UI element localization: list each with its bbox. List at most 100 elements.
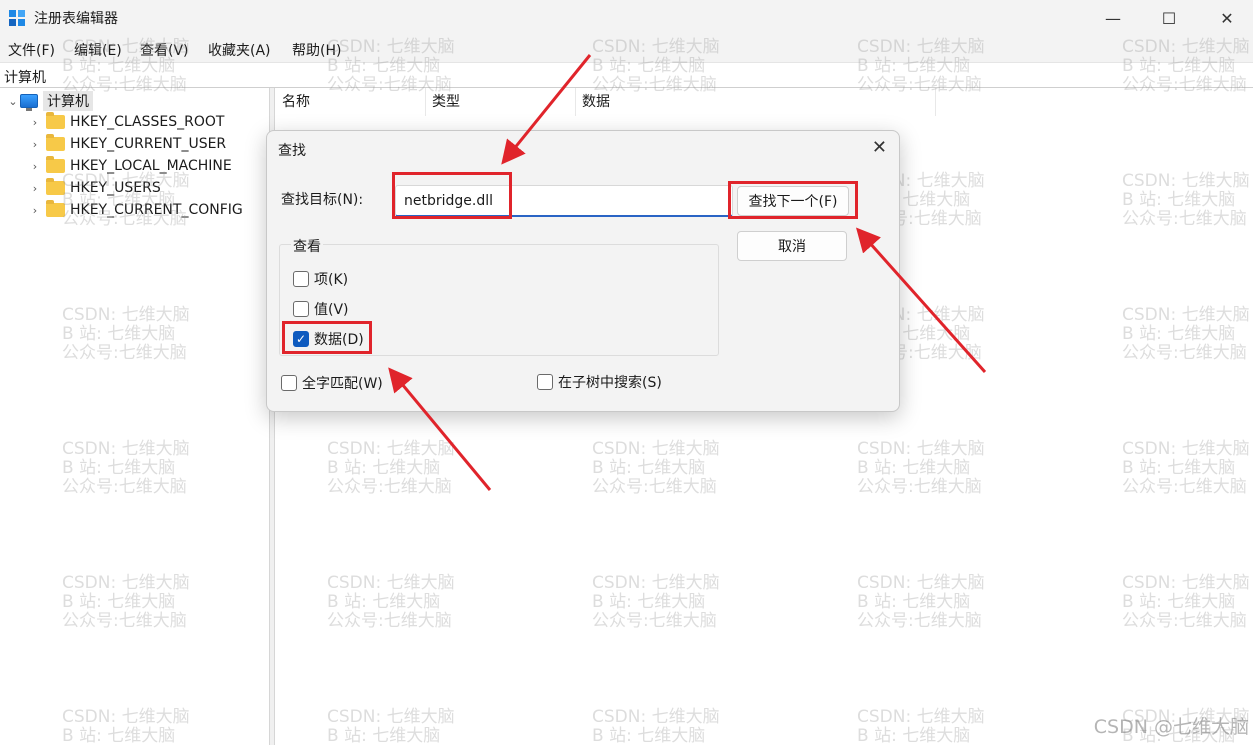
column-header-data[interactable]: 数据 <box>576 88 936 116</box>
tree-item-current-user[interactable]: › HKEY_CURRENT_USER <box>28 134 226 154</box>
computer-icon <box>20 94 38 111</box>
tree-item-current-config[interactable]: › HKEY_CURRENT_CONFIG <box>28 200 243 220</box>
watermark-text: CSDN: 七维大脑B 站: 七维大脑公众号:七维大脑 <box>327 574 455 631</box>
watermark-text: CSDN: 七维大脑B 站: 七维大脑公众号:七维大脑 <box>1122 574 1250 631</box>
tree-item-classes-root[interactable]: › HKEY_CLASSES_ROOT <box>28 112 224 132</box>
watermark-line: B 站: 七维大脑 <box>1122 592 1236 612</box>
folder-icon <box>46 134 65 151</box>
minimize-button[interactable]: — <box>1090 0 1136 36</box>
watermark-text: CSDN: 七维大脑B 站: 七维大脑公众号:七维大脑 <box>857 574 985 631</box>
checkbox-data-checked[interactable]: ✓ <box>293 331 309 347</box>
watermark-line: CSDN: 七维大脑 <box>857 573 985 593</box>
menu-help[interactable]: 帮助(H) <box>292 40 341 60</box>
watermark-line: CSDN: 七维大脑 <box>592 573 720 593</box>
watermark-line: B 站: 七维大脑 <box>1122 324 1236 344</box>
watermark-line: CSDN: 七维大脑 <box>1122 171 1250 191</box>
chevron-right-icon[interactable]: › <box>28 138 42 151</box>
tree-item-label: HKEY_CURRENT_USER <box>70 136 227 152</box>
menu-file[interactable]: 文件(F) <box>8 40 55 60</box>
watermark-line: B 站: 七维大脑 <box>592 458 706 478</box>
watermark-text: CSDN: 七维大脑B 站: 七维大脑公众号:七维大脑 <box>1122 172 1250 229</box>
close-button[interactable]: ✕ <box>1204 0 1250 36</box>
tree-item-label: HKEY_CLASSES_ROOT <box>70 114 225 130</box>
watermark-line: 公众号:七维大脑 <box>592 477 717 497</box>
chevron-right-icon[interactable]: › <box>28 160 42 173</box>
watermark-line: B 站: 七维大脑 <box>857 726 971 745</box>
option-data[interactable]: ✓ 数据(D) <box>293 329 364 349</box>
checkbox-keys[interactable] <box>293 271 309 287</box>
watermark-line: B 站: 七维大脑 <box>327 458 441 478</box>
tree-root-label: 计算机 <box>43 91 93 111</box>
option-values-label: 值(V) <box>314 302 349 318</box>
watermark-line: B 站: 七维大脑 <box>327 726 441 745</box>
watermark-line: CSDN: 七维大脑 <box>1122 439 1250 459</box>
find-target-label: 查找目标(N): <box>281 192 364 208</box>
watermark-line: B 站: 七维大脑 <box>592 592 706 612</box>
menu-edit[interactable]: 编辑(E) <box>74 40 122 60</box>
checkbox-match-whole[interactable] <box>281 375 297 391</box>
watermark-line: B 站: 七维大脑 <box>1122 458 1236 478</box>
dialog-close-icon[interactable]: ✕ <box>872 137 887 158</box>
watermark-line: CSDN: 七维大脑 <box>857 439 985 459</box>
find-next-button[interactable]: 查找下一个(F) <box>737 186 849 216</box>
watermark-line: 公众号:七维大脑 <box>1122 209 1247 229</box>
checkbox-search-subtree[interactable] <box>537 374 553 390</box>
watermark-line: 公众号:七维大脑 <box>1122 611 1247 631</box>
watermark-text: CSDN: 七维大脑B 站: 七维大脑公众号:七维大脑 <box>327 440 455 497</box>
watermark-line: B 站: 七维大脑 <box>857 458 971 478</box>
find-target-input[interactable] <box>395 185 733 217</box>
column-header-type[interactable]: 类型 <box>426 88 576 116</box>
watermark-line: B 站: 七维大脑 <box>592 726 706 745</box>
watermark-text: CSDN: 七维大脑B 站: 七维大脑公众号:七维大脑 <box>592 440 720 497</box>
watermark-line: 公众号:七维大脑 <box>1122 343 1247 363</box>
folder-icon <box>46 178 65 195</box>
tree-item-users[interactable]: › HKEY_USERS <box>28 178 161 198</box>
maximize-button[interactable]: ☐ <box>1146 0 1192 36</box>
option-values[interactable]: 值(V) <box>293 299 349 319</box>
corner-watermark: CSDN @七维大脑 <box>1093 716 1249 738</box>
menu-view[interactable]: 查看(V) <box>140 40 189 60</box>
watermark-text: CSDN: 七维大脑B 站: 七维大脑公众号:七维大脑 <box>327 708 455 745</box>
cancel-button[interactable]: 取消 <box>737 231 847 261</box>
watermark-line: CSDN: 七维大脑 <box>327 439 455 459</box>
folder-icon <box>46 112 65 129</box>
watermark-line: 公众号:七维大脑 <box>1122 477 1247 497</box>
watermark-line: B 站: 七维大脑 <box>1122 190 1236 210</box>
match-whole-option[interactable]: 全字匹配(W) <box>281 373 383 393</box>
watermark-line: CSDN: 七维大脑 <box>857 707 985 727</box>
tree-root-computer[interactable]: ⌄ 计算机 <box>6 91 93 111</box>
watermark-text: CSDN: 七维大脑B 站: 七维大脑公众号:七维大脑 <box>1122 306 1250 363</box>
chevron-right-icon[interactable]: › <box>28 204 42 217</box>
option-keys[interactable]: 项(K) <box>293 269 348 289</box>
search-subtree-option[interactable]: 在子树中搜索(S) <box>537 372 662 392</box>
chevron-down-icon[interactable]: ⌄ <box>6 95 20 108</box>
option-data-label: 数据(D) <box>314 332 364 348</box>
checkbox-values[interactable] <box>293 301 309 317</box>
address-bar[interactable]: 计算机 <box>0 62 1253 88</box>
watermark-line: 公众号:七维大脑 <box>857 477 982 497</box>
column-header-name[interactable]: 名称 <box>276 88 426 116</box>
registry-editor-icon <box>9 10 25 26</box>
tree-item-local-machine[interactable]: › HKEY_LOCAL_MACHINE <box>28 156 232 176</box>
chevron-right-icon[interactable]: › <box>28 116 42 129</box>
folder-icon <box>46 156 65 173</box>
watermark-text: CSDN: 七维大脑B 站: 七维大脑公众号:七维大脑 <box>1122 440 1250 497</box>
watermark-line: CSDN: 七维大脑 <box>592 707 720 727</box>
tree-item-label: HKEY_LOCAL_MACHINE <box>70 158 232 174</box>
search-subtree-label: 在子树中搜索(S) <box>558 375 662 391</box>
dialog-title: 查找 <box>278 143 306 159</box>
title-bar: 注册表编辑器 — ☐ ✕ <box>0 0 1253 36</box>
watermark-line: CSDN: 七维大脑 <box>592 439 720 459</box>
registry-tree: ⌄ 计算机 › HKEY_CLASSES_ROOT › HKEY_CURRENT… <box>0 88 270 745</box>
watermark-line: CSDN: 七维大脑 <box>327 573 455 593</box>
watermark-text: CSDN: 七维大脑B 站: 七维大脑公众号:七维大脑 <box>857 440 985 497</box>
address-path: 计算机 <box>4 70 46 86</box>
find-dialog: 查找 ✕ 查找目标(N): 查找下一个(F) 取消 查看 项(K) 值(V) ✓… <box>266 130 900 412</box>
window-title: 注册表编辑器 <box>34 11 118 27</box>
watermark-line: CSDN: 七维大脑 <box>327 707 455 727</box>
watermark-text: CSDN: 七维大脑B 站: 七维大脑公众号:七维大脑 <box>592 574 720 631</box>
match-whole-label: 全字匹配(W) <box>302 376 383 392</box>
menu-bar: 文件(F) 编辑(E) 查看(V) 收藏夹(A) 帮助(H) <box>0 36 1253 62</box>
menu-favorites[interactable]: 收藏夹(A) <box>208 40 271 60</box>
chevron-right-icon[interactable]: › <box>28 182 42 195</box>
